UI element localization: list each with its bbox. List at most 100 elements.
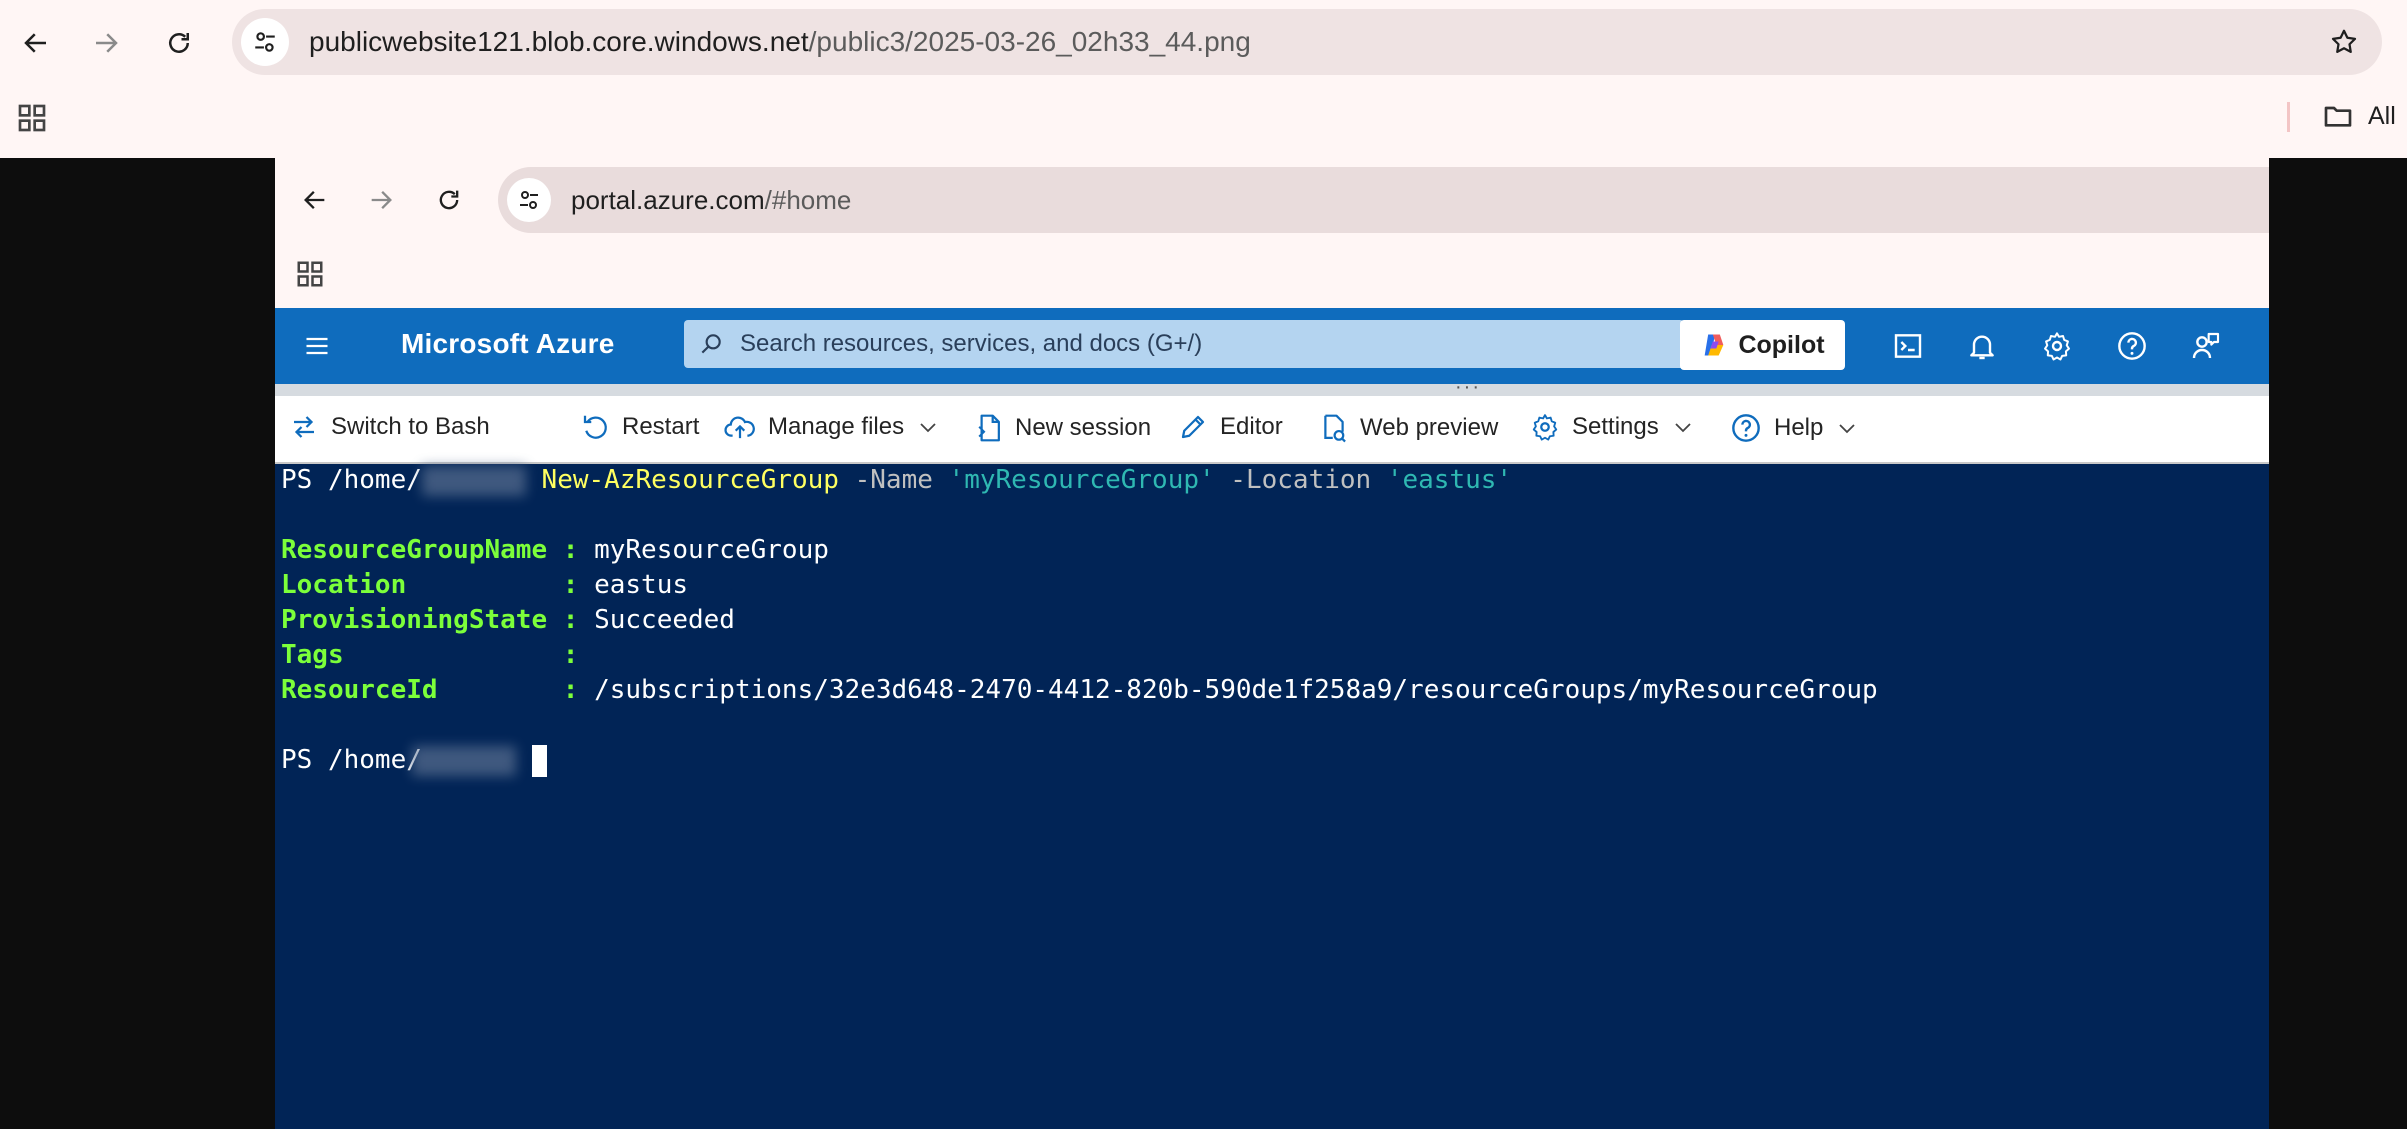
inner-url-host: portal.azure.com <box>571 184 765 215</box>
bell-icon <box>1966 330 1998 362</box>
editor-label: Editor <box>1220 413 1283 440</box>
output-line: ResourceId : /subscriptions/32e3d648-247… <box>281 674 1878 706</box>
output-sep: : <box>547 605 595 635</box>
url-path: /public3/2025-03-26_02h33_44.png <box>808 26 1251 57</box>
cloud-shell-button[interactable] <box>1888 326 1928 366</box>
site-info-button[interactable] <box>241 18 289 66</box>
web-preview-button[interactable]: Web preview <box>1320 412 1498 444</box>
outer-browser-toolbar: publicwebsite121.blob.core.windows.net/p… <box>0 0 2407 86</box>
shell-help-button[interactable]: Help <box>1730 412 1859 444</box>
new-session-label: New session <box>1015 414 1152 441</box>
help-button[interactable] <box>2112 326 2152 366</box>
outer-address-bar[interactable]: publicwebsite121.blob.core.windows.net/p… <box>232 9 2382 75</box>
editor-button[interactable]: Editor <box>1178 412 1283 442</box>
manage-files-button[interactable]: Manage files <box>724 412 940 442</box>
output-sep: : <box>547 570 595 600</box>
forward-button[interactable] <box>82 19 130 67</box>
azure-search-input[interactable] <box>738 329 1642 359</box>
cloud-upload-icon <box>724 412 756 442</box>
powershell-terminal[interactable]: PS /home/ New-AzResourceGroup -Name 'myR… <box>275 464 2269 1129</box>
portal-menu-button[interactable] <box>295 324 339 368</box>
terminal-icon <box>1892 330 1924 362</box>
output-key: ResourceId <box>281 675 548 705</box>
output-line: ProvisioningState : Succeeded <box>281 604 735 636</box>
output-value: eastus <box>594 570 688 600</box>
bookmarks-divider <box>2287 102 2290 132</box>
chevron-down-icon <box>1835 416 1859 440</box>
pencil-icon <box>1178 412 1208 442</box>
arrow-left-icon <box>21 28 51 58</box>
inner-forward-button[interactable] <box>357 176 405 224</box>
folder-icon <box>2322 100 2354 132</box>
outer-url: publicwebsite121.blob.core.windows.net/p… <box>309 26 1251 58</box>
arrow-right-icon <box>367 186 395 214</box>
command-line: PS /home/ New-AzResourceGroup -Name 'myR… <box>281 464 1512 496</box>
output-sep: : <box>547 675 595 705</box>
output-value: myResourceGroup <box>594 535 829 565</box>
reload-button[interactable] <box>155 19 203 67</box>
apps-grid-icon[interactable] <box>16 102 48 134</box>
shell-settings-button[interactable]: Settings <box>1530 412 1695 442</box>
arrow-left-icon <box>301 186 329 214</box>
redacted-username <box>421 465 526 496</box>
inner-reload-button[interactable] <box>425 176 473 224</box>
switch-to-bash-button[interactable]: Switch to Bash <box>289 412 490 442</box>
output-line: Location : eastus <box>281 569 688 601</box>
web-preview-icon <box>1320 412 1348 444</box>
prompt-line: PS /home/ <box>281 744 547 777</box>
inner-site-info-button[interactable] <box>507 178 551 222</box>
restart-icon <box>580 412 610 442</box>
output-sep: : <box>547 535 595 565</box>
web-preview-label: Web preview <box>1360 414 1499 441</box>
star-icon <box>2329 27 2359 57</box>
value-location: 'eastus' <box>1386 465 1513 495</box>
all-bookmarks-label: All <box>2368 101 2396 130</box>
inner-address-bar[interactable]: portal.azure.com/#home <box>498 167 2269 233</box>
output-value: Succeeded <box>594 605 735 635</box>
inner-back-button[interactable] <box>291 176 339 224</box>
param-name: -Name <box>838 465 949 495</box>
value-name: 'myResourceGroup' <box>948 465 1215 495</box>
new-session-icon <box>975 412 1003 444</box>
search-icon <box>698 331 724 357</box>
feedback-button[interactable] <box>2186 326 2226 366</box>
tune-icon <box>517 188 541 212</box>
output-line: ResourceGroupName : myResourceGroup <box>281 534 829 566</box>
copilot-button[interactable]: Copilot <box>1680 320 1845 370</box>
param-location: -Location <box>1214 465 1387 495</box>
copilot-label: Copilot <box>1738 330 1825 359</box>
output-key: Location <box>281 570 548 600</box>
chevron-down-icon <box>916 415 940 439</box>
output-key: Tags <box>281 640 548 670</box>
output-key: ProvisioningState <box>281 605 548 635</box>
settings-label: Settings <box>1572 413 1659 440</box>
question-circle-icon <box>1730 412 1762 444</box>
apps-grid-icon[interactable] <box>295 259 325 289</box>
all-bookmarks-button[interactable]: All <box>2322 100 2396 132</box>
help-label: Help <box>1774 414 1824 441</box>
cloud-shell-toolbar: Switch to Bash Restart Manage files New … <box>275 396 2269 464</box>
bookmark-star-button[interactable] <box>2320 18 2368 66</box>
panel-splitter[interactable] <box>275 384 2269 396</box>
notifications-button[interactable] <box>1962 326 2002 366</box>
question-circle-icon <box>2116 330 2148 362</box>
hamburger-icon <box>303 332 331 360</box>
new-session-button[interactable]: New session <box>975 412 1151 444</box>
manage-files-label: Manage files <box>768 413 905 440</box>
inner-url-path: /#home <box>764 184 852 215</box>
switch-arrows-icon <box>289 412 319 442</box>
azure-brand[interactable]: Microsoft Azure <box>401 328 615 360</box>
cmdlet: New-AzResourceGroup <box>541 465 839 495</box>
url-host: publicwebsite121.blob.core.windows.net <box>309 26 809 57</box>
inner-bookmarks-bar <box>275 242 2269 308</box>
arrow-right-icon <box>91 28 121 58</box>
back-button[interactable] <box>12 19 60 67</box>
gear-icon <box>2041 330 2073 362</box>
reload-icon <box>164 28 194 58</box>
restart-button[interactable]: Restart <box>580 412 699 442</box>
portal-settings-button[interactable] <box>2037 326 2077 366</box>
feedback-person-icon <box>2190 330 2222 362</box>
inner-url: portal.azure.com/#home <box>571 185 851 216</box>
azure-search-box[interactable] <box>684 320 1684 368</box>
redacted-username <box>411 745 516 776</box>
